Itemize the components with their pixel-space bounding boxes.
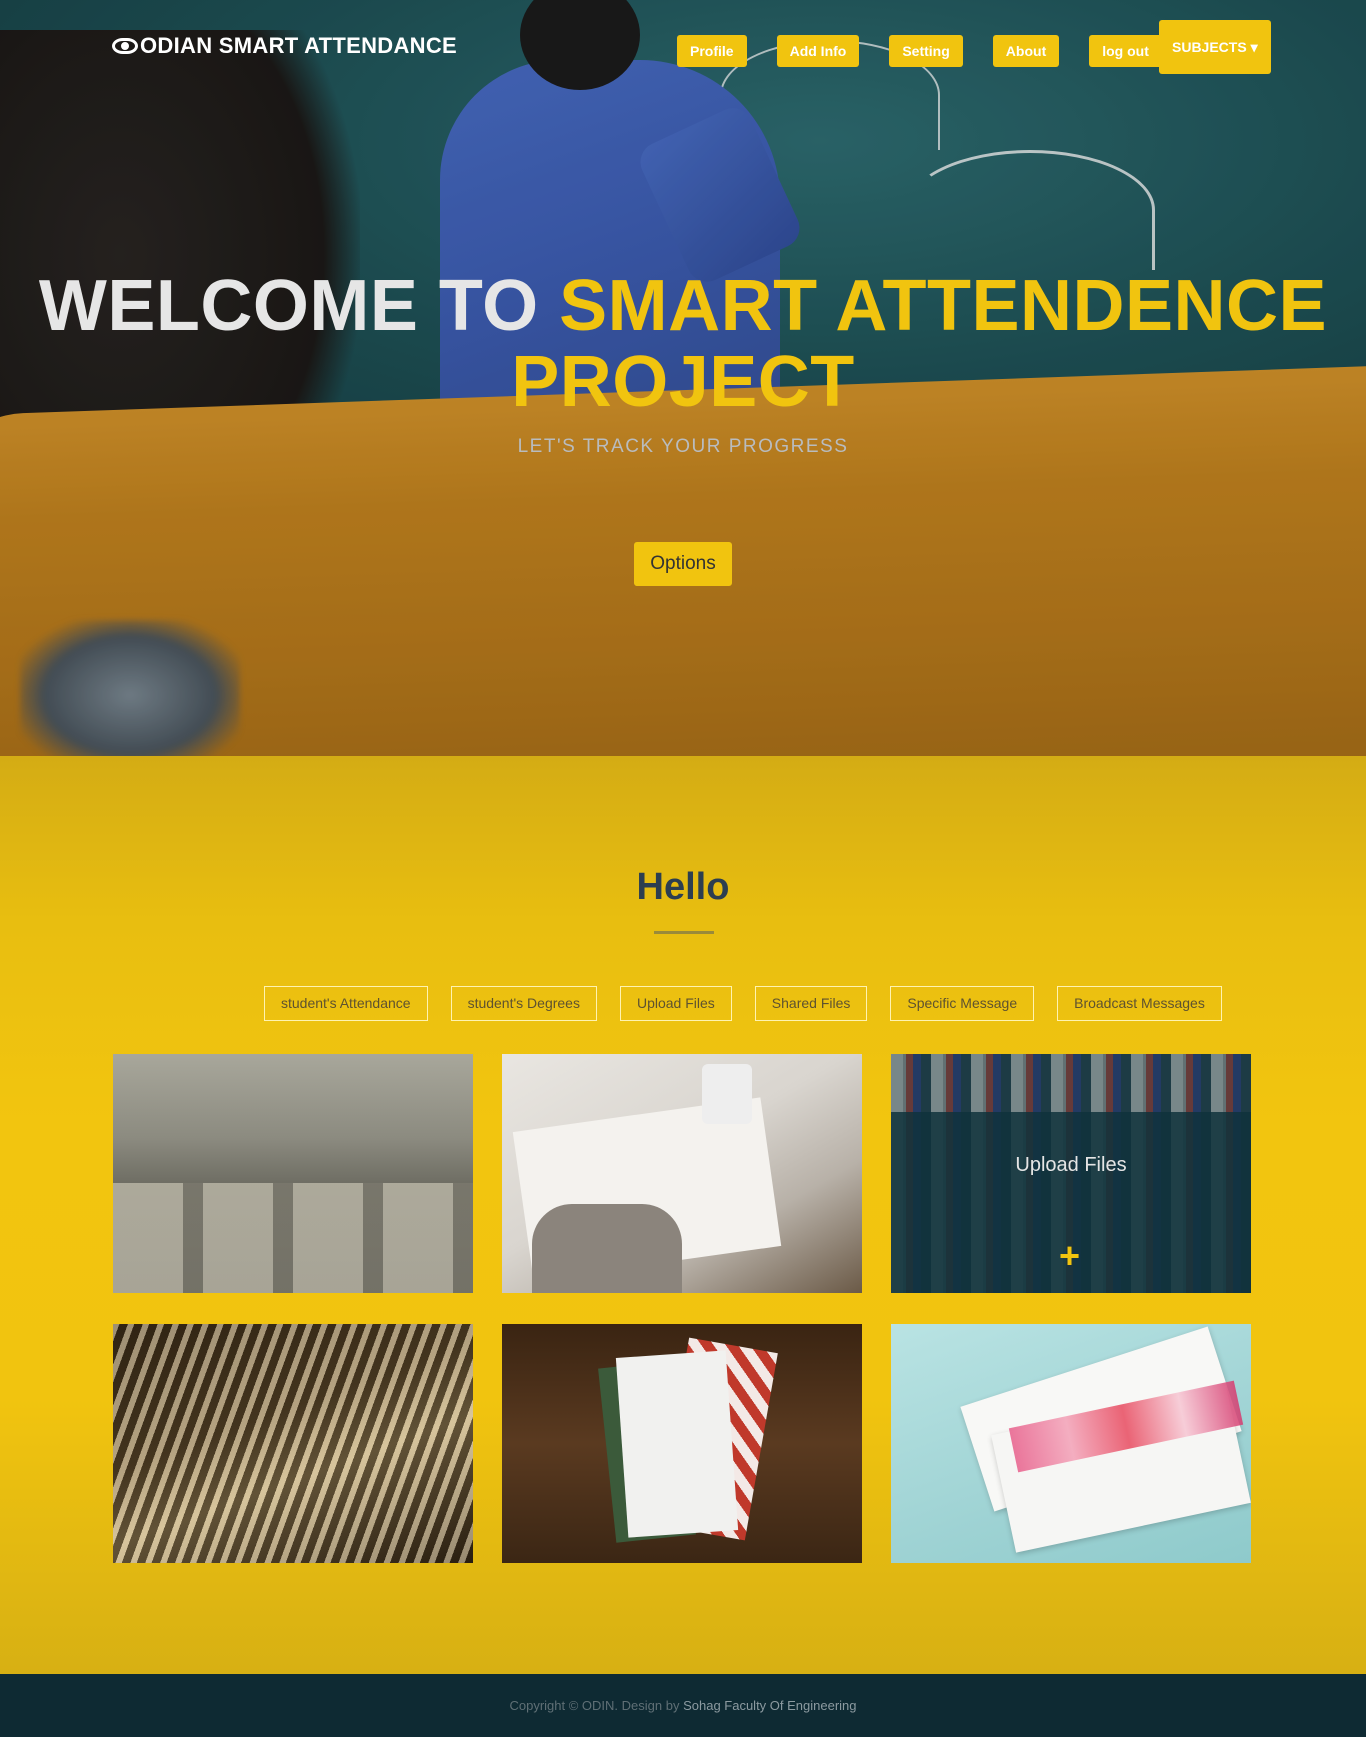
brand-logo[interactable]: ODIAN SMART ATTENDANCE <box>112 32 457 60</box>
filter-upload-files[interactable]: Upload Files <box>619 986 732 1021</box>
nav-setting-button[interactable]: Setting <box>889 35 963 67</box>
classroom-desks-image <box>113 1183 473 1293</box>
records-image <box>113 1324 473 1563</box>
blank-card-image <box>615 1350 739 1538</box>
filter-students-degrees[interactable]: student's Degrees <box>450 986 597 1021</box>
hero-title-accent: SMART ATTENDENCE <box>559 266 1328 346</box>
tile-caption: Upload Files <box>1015 1154 1127 1176</box>
nav-about-button[interactable]: About <box>992 35 1060 67</box>
footer-credit-link[interactable]: Sohag Faculty Of Engineering <box>683 1698 856 1713</box>
hero-title-accent-line2: PROJECT <box>511 342 855 422</box>
brand-name: ODIAN SMART ATTENDANCE <box>140 33 458 58</box>
mug-image <box>702 1064 752 1124</box>
footer: Copyright © ODIN. Design by Sohag Facult… <box>0 1674 1366 1737</box>
filter-specific-message[interactable]: Specific Message <box>890 986 1035 1021</box>
tile-envelopes[interactable] <box>891 1324 1251 1563</box>
subjects-dropdown[interactable]: SUBJECTS ▾ <box>1159 20 1271 74</box>
plus-icon[interactable]: + <box>1059 1238 1080 1274</box>
nav-logout-button[interactable]: log out <box>1089 35 1162 67</box>
tile-records[interactable] <box>113 1324 473 1563</box>
hero-subtitle: LET'S TRACK YOUR PROGRESS <box>517 436 849 457</box>
section-heading: Hello <box>636 866 730 908</box>
footer-copyright: Copyright © ODIN. Design by <box>509 1698 684 1713</box>
filter-shared-files[interactable]: Shared Files <box>754 986 868 1021</box>
tile-upload-files[interactable]: Upload Files + <box>891 1054 1251 1293</box>
filter-students-attendance[interactable]: student's Attendance <box>264 986 428 1021</box>
tile-writing[interactable] <box>502 1054 862 1293</box>
hero-section: ODIAN SMART ATTENDANCE Profile Add Info … <box>0 0 1366 756</box>
eye-icon <box>112 38 138 54</box>
hero-title-plain: WELCOME TO <box>38 266 560 346</box>
tile-classroom[interactable] <box>113 1054 473 1293</box>
tile-notepaper[interactable] <box>502 1324 862 1563</box>
hand-writing-image <box>532 1204 682 1293</box>
nav-profile-button[interactable]: Profile <box>677 35 747 67</box>
heading-divider <box>654 931 714 934</box>
filter-buttons: student's Attendance student's Degrees U… <box>264 986 1245 1021</box>
options-button[interactable]: Options <box>634 542 732 586</box>
nav-add-info-button[interactable]: Add Info <box>776 35 860 67</box>
hero-title: WELCOME TO SMART ATTENDENCE PROJECT <box>0 268 1366 420</box>
filter-broadcast-messages[interactable]: Broadcast Messages <box>1057 986 1222 1021</box>
hello-section: Hello student's Attendance student's Deg… <box>0 756 1366 1674</box>
main-nav: Profile Add Info Setting About log out S… <box>677 20 1271 74</box>
